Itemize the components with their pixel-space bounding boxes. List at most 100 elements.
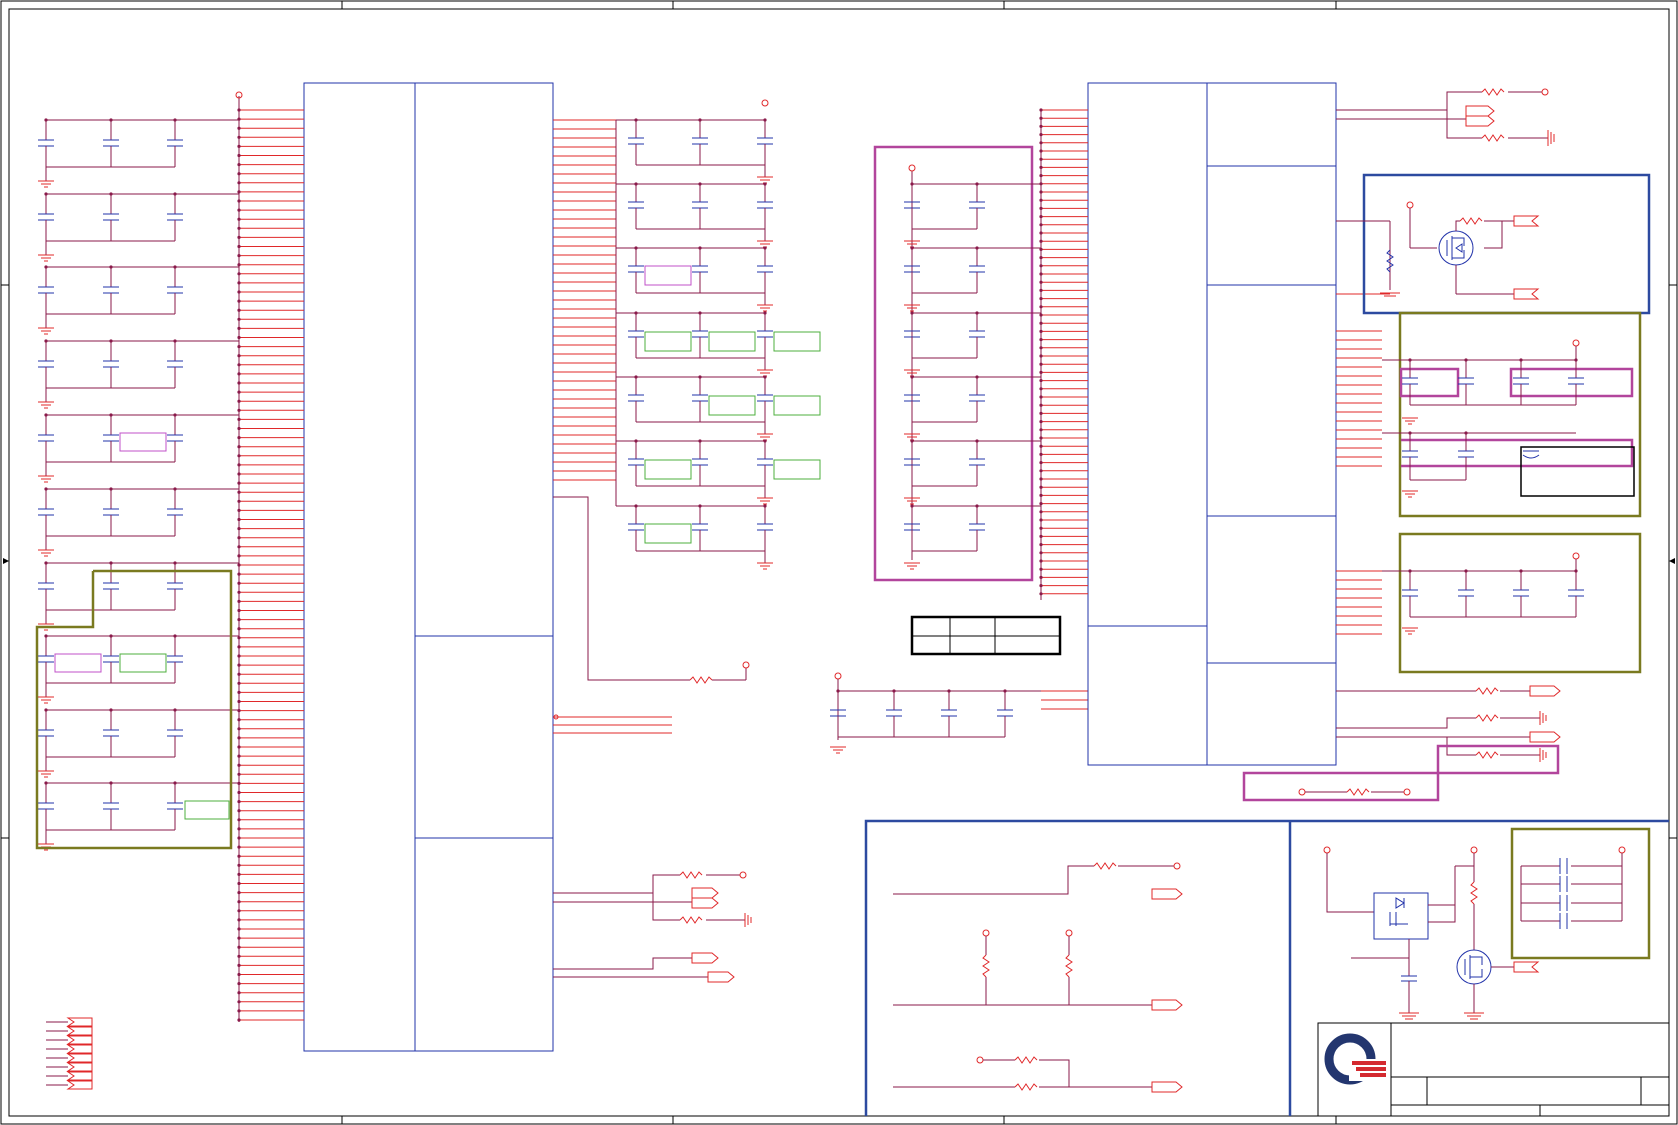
power-port-magenta-vdd (908, 164, 916, 172)
power-port (1572, 552, 1580, 560)
junction-dot (763, 504, 767, 508)
power-port (1618, 846, 1626, 854)
offpage-connector (66, 1035, 93, 1045)
junction-dot (109, 118, 113, 122)
junction-dot (975, 246, 979, 250)
junction-dot (1408, 431, 1412, 435)
offpage-connector (66, 1080, 93, 1090)
junction-dot (173, 708, 177, 712)
offpage-connector (66, 1017, 93, 1027)
signal-cluster-right-lower (1336, 685, 1561, 762)
ic-u2-pins-left (1039, 108, 1088, 596)
junction-dot (763, 118, 767, 122)
resistor-r-reset (689, 676, 713, 684)
group-box-right-black (1520, 446, 1635, 497)
junction-dot (109, 634, 113, 638)
junction-dot (173, 781, 177, 785)
junction-dot (698, 439, 702, 443)
junction-dot (910, 439, 914, 443)
junction-dot (173, 118, 177, 122)
junction-dot (910, 375, 914, 379)
group-box-right-olive-1 (1398, 311, 1642, 518)
junction-dot (634, 375, 638, 379)
junction-dot (44, 781, 48, 785)
junction-dot (1574, 358, 1578, 362)
decoupling-caps-lower-middle (830, 672, 1088, 754)
decoupling-caps-magenta (904, 171, 1041, 570)
junction-dot (836, 689, 840, 693)
junction-dot (910, 504, 914, 508)
junction-dot (975, 375, 979, 379)
power-port-mid-vdd (761, 99, 769, 107)
junction-dot (109, 487, 113, 491)
offpage-connector (66, 1071, 93, 1081)
junction-dot (975, 182, 979, 186)
junction-dot (763, 311, 767, 315)
junction-dot (763, 246, 767, 250)
power-port-reset (742, 661, 750, 669)
junction-dot (634, 439, 638, 443)
junction-dot (173, 634, 177, 638)
resistor-dnp-lower (1298, 788, 1411, 796)
junction-dot (698, 375, 702, 379)
zone-marker-left (3, 558, 9, 564)
offpage-connector (66, 1062, 93, 1072)
note-boxes-middle (644, 265, 821, 544)
junction-dot (1408, 358, 1412, 362)
legend-table (910, 615, 1062, 656)
bulk-caps-right (1520, 846, 1626, 929)
junction-dot (634, 182, 638, 186)
junction-dot (698, 504, 702, 508)
junction-dot (698, 182, 702, 186)
junction-dot (910, 311, 914, 315)
junction-dot (763, 439, 767, 443)
junction-dot (109, 781, 113, 785)
junction-dot (892, 689, 896, 693)
junction-dot (763, 182, 767, 186)
junction-dot (44, 487, 48, 491)
ic-u2-body (1087, 82, 1337, 766)
junction-dot (44, 708, 48, 712)
offpage-connector (66, 1053, 93, 1063)
offpage-connector (66, 1026, 93, 1036)
junction-dot (698, 118, 702, 122)
junction-dot (910, 246, 914, 250)
ic-u1-pins-right (553, 119, 616, 481)
pullup-circuit (893, 862, 1183, 1093)
zone-marker-right (1669, 558, 1675, 564)
junction-dot (1519, 358, 1523, 362)
junction-dot (44, 561, 48, 565)
junction-dot (975, 311, 979, 315)
junction-dot (763, 375, 767, 379)
junction-dot (1464, 569, 1468, 573)
junction-dot (173, 413, 177, 417)
schematic-sheet (0, 0, 1678, 1125)
junction-dot (975, 504, 979, 508)
group-box-blue-mosfet (1362, 173, 1651, 315)
offpage-connectors-bottom-left (46, 1017, 93, 1090)
group-box-magenta-caps (873, 145, 1034, 582)
junction-dot (109, 561, 113, 565)
mosfet-q1 (1336, 201, 1540, 300)
power-port (1572, 339, 1580, 347)
decoupling-caps-middle (615, 118, 773, 570)
junction-dot (1519, 569, 1523, 573)
junction-dot (1574, 569, 1578, 573)
offpage-connector (66, 1044, 93, 1054)
group-box-right-olive-2 (1398, 532, 1642, 674)
junction-dot (173, 487, 177, 491)
junction-dot (1408, 569, 1412, 573)
signal-cluster-bottom-middle (553, 871, 752, 983)
junction-dot (910, 182, 914, 186)
junction-dot (698, 246, 702, 250)
junction-dot (44, 265, 48, 269)
junction-dot (109, 192, 113, 196)
junction-dot (109, 413, 113, 417)
junction-dot (1003, 689, 1007, 693)
junction-dot (44, 413, 48, 417)
ic-u1-body (303, 82, 554, 1052)
junction-dot (634, 504, 638, 508)
junction-dot (173, 192, 177, 196)
junction-dot (634, 311, 638, 315)
junction-dot (44, 118, 48, 122)
